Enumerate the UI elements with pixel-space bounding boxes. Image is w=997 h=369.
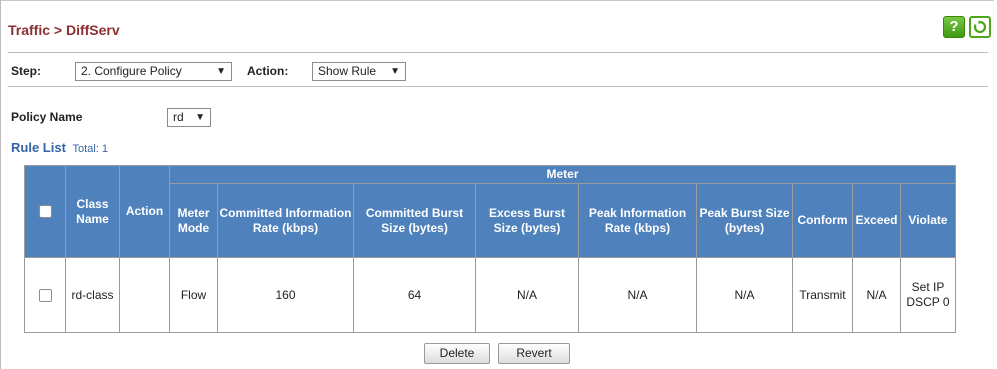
col-exceed: Exceed (852, 183, 901, 258)
chevron-down-icon: ▼ (216, 66, 226, 77)
col-class-name: Class Name (65, 165, 120, 258)
main-panel: Traffic > DiffServ ? Step: 2. Configure … (0, 0, 994, 369)
policy-name-label: Policy Name (11, 110, 83, 124)
refresh-button[interactable] (969, 16, 991, 38)
select-all-cell (24, 165, 66, 258)
cell-pir: N/A (578, 257, 697, 333)
table-row: rd-class Flow 160 64 N/A N/A N/A Transmi… (24, 257, 956, 333)
col-cbs: Committed Burst Size (bytes) (353, 183, 476, 258)
step-label: Step: (11, 64, 41, 78)
divider (8, 52, 988, 53)
col-pir: Peak Information Rate (kbps) (578, 183, 697, 258)
delete-button[interactable]: Delete (424, 343, 490, 364)
policy-name-select[interactable]: rd ▼ (167, 108, 211, 127)
col-action: Action (119, 165, 170, 258)
rule-table: Class Name Action Meter Meter Mode Commi… (24, 165, 956, 333)
revert-button[interactable]: Revert (498, 343, 570, 364)
col-meter-mode: Meter Mode (169, 183, 218, 258)
cell-pbs: N/A (696, 257, 793, 333)
chevron-down-icon: ▼ (195, 112, 205, 123)
col-violate: Violate (900, 183, 956, 258)
help-icon: ? (949, 18, 959, 35)
step-select-value: 2. Configure Policy (81, 64, 182, 78)
row-select-cell (24, 257, 66, 333)
rule-list-heading: Rule List Total: 1 (11, 140, 108, 155)
select-all-checkbox[interactable] (38, 205, 52, 219)
cell-ebs: N/A (475, 257, 579, 333)
page-title: Traffic > DiffServ (8, 22, 120, 38)
chevron-down-icon: ▼ (390, 66, 400, 77)
col-cir: Committed Information Rate (kbps) (217, 183, 354, 258)
col-meter-group: Meter (169, 165, 956, 184)
cell-action (119, 257, 170, 333)
action-select[interactable]: Show Rule ▼ (312, 62, 406, 81)
policy-name-value: rd (173, 110, 184, 124)
col-ebs: Excess Burst Size (bytes) (475, 183, 579, 258)
help-button[interactable]: ? (943, 16, 965, 38)
cell-cir: 160 (217, 257, 354, 333)
col-conform: Conform (792, 183, 853, 258)
col-pbs: Peak Burst Size (bytes) (696, 183, 793, 258)
action-select-value: Show Rule (318, 64, 377, 78)
table-header-row: Class Name Action Meter (24, 165, 956, 258)
cell-cbs: 64 (353, 257, 476, 333)
cell-class-name: rd-class (65, 257, 120, 333)
step-select[interactable]: 2. Configure Policy ▼ (75, 62, 232, 81)
divider (8, 86, 988, 87)
cell-exceed: N/A (852, 257, 901, 333)
action-label: Action: (247, 64, 289, 78)
rule-list-total: Total: 1 (72, 143, 108, 155)
cell-violate: Set IP DSCP 0 (900, 257, 956, 333)
rule-list-title: Rule List (11, 140, 66, 155)
row-checkbox[interactable] (38, 288, 52, 302)
cell-conform: Transmit (792, 257, 853, 333)
title-bar: Traffic > DiffServ ? (1, 0, 994, 44)
cell-meter-mode: Flow (169, 257, 218, 333)
refresh-icon (973, 20, 987, 34)
